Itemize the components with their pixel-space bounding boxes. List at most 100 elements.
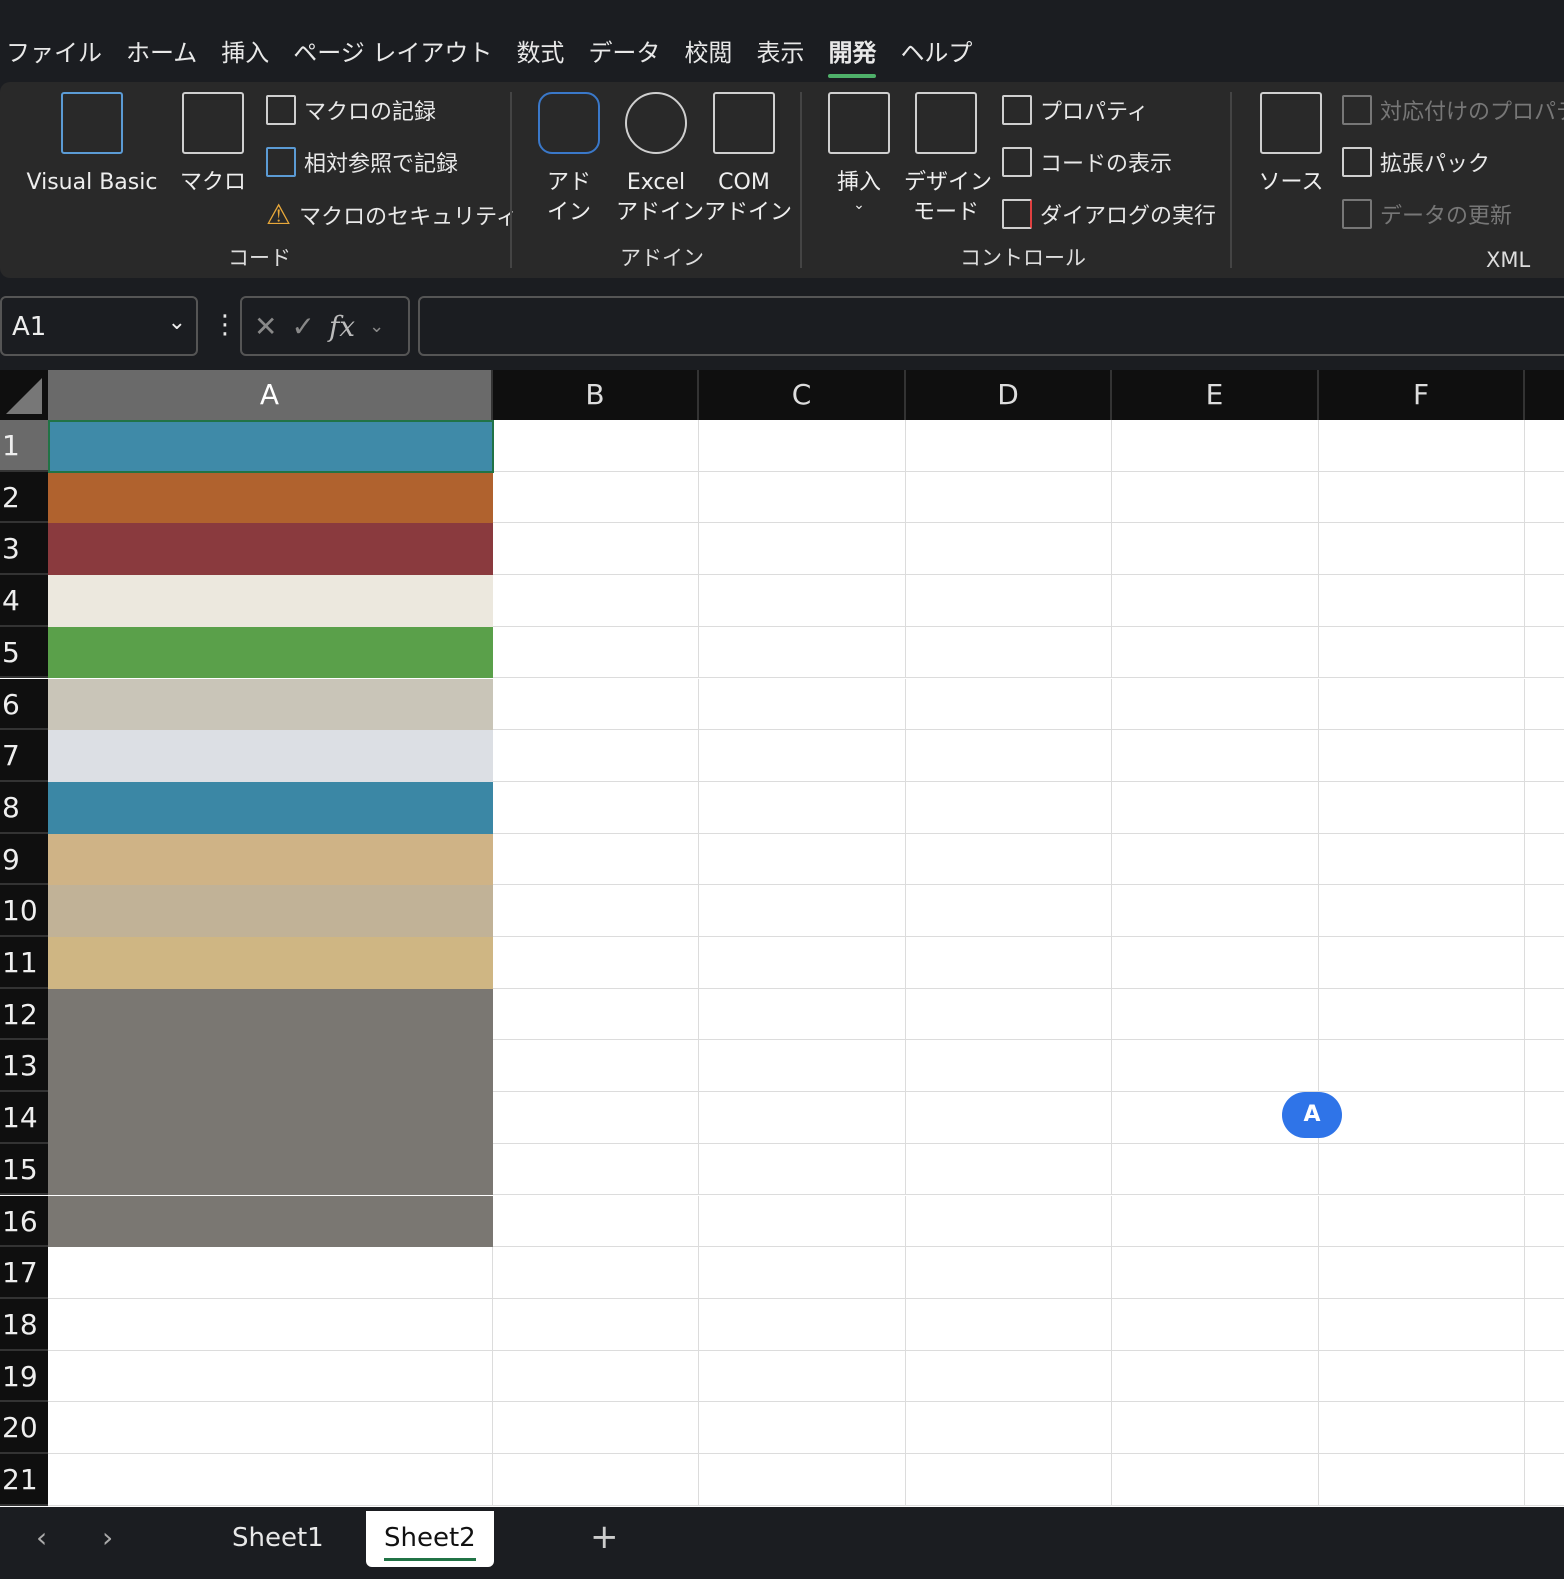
cell[interactable]: [699, 1195, 906, 1248]
cell[interactable]: [493, 833, 699, 886]
cell[interactable]: [1525, 1196, 1564, 1248]
cell[interactable]: [48, 1298, 493, 1351]
cell[interactable]: [1319, 1143, 1525, 1196]
cell[interactable]: [906, 1143, 1112, 1196]
cell[interactable]: [1319, 988, 1525, 1041]
cell[interactable]: [699, 523, 906, 576]
cell[interactable]: [699, 1298, 906, 1351]
cell[interactable]: [493, 1143, 699, 1196]
column-header-B[interactable]: B: [493, 370, 699, 420]
cell[interactable]: [1319, 833, 1525, 886]
cell[interactable]: [1525, 989, 1564, 1041]
properties-button[interactable]: プロパティ: [1002, 94, 1149, 126]
map-properties-button[interactable]: 対応付けのプロパティ: [1342, 94, 1564, 126]
cell[interactable]: [48, 523, 493, 576]
com-addin-button[interactable]: COM アドイン: [704, 92, 792, 228]
cell[interactable]: [1319, 1454, 1525, 1506]
cell[interactable]: [493, 626, 699, 679]
cell[interactable]: [1112, 988, 1319, 1041]
cell[interactable]: [1525, 523, 1564, 576]
cell[interactable]: [1525, 679, 1564, 731]
column-header-A[interactable]: A: [48, 370, 493, 420]
cell[interactable]: [48, 1040, 493, 1093]
cell[interactable]: [906, 1350, 1112, 1403]
cell[interactable]: [1525, 1144, 1564, 1196]
row-header-15[interactable]: 15: [0, 1143, 48, 1196]
cell[interactable]: [906, 1040, 1112, 1093]
cell[interactable]: [1319, 1298, 1525, 1351]
cell[interactable]: [699, 833, 906, 886]
cell[interactable]: [48, 471, 493, 524]
cell[interactable]: [493, 678, 699, 731]
macro-button[interactable]: マクロ: [178, 92, 248, 198]
chevron-left-icon[interactable]: ‹: [36, 1521, 47, 1554]
row-header-14[interactable]: 14: [0, 1092, 48, 1144]
cell[interactable]: [48, 1454, 493, 1506]
cell[interactable]: [48, 885, 493, 937]
row-header-13[interactable]: 13: [0, 1040, 48, 1093]
record-macro-button[interactable]: マクロの記録: [266, 94, 436, 126]
cell[interactable]: [493, 1402, 699, 1454]
cell[interactable]: [1525, 1454, 1564, 1506]
cell[interactable]: [1112, 1402, 1319, 1454]
view-code-button[interactable]: コードの表示: [1002, 146, 1172, 178]
cell[interactable]: [493, 781, 699, 834]
cell[interactable]: [1525, 1402, 1564, 1454]
cell[interactable]: [906, 678, 1112, 731]
cell[interactable]: [1525, 575, 1564, 627]
cell[interactable]: [1525, 937, 1564, 989]
cell[interactable]: [699, 1040, 906, 1093]
cell[interactable]: [906, 1247, 1112, 1299]
column-header[interactable]: [1525, 370, 1564, 420]
cell[interactable]: [48, 575, 493, 627]
cell[interactable]: [1112, 937, 1319, 989]
cell[interactable]: [1319, 523, 1525, 576]
sheet-tab-sheet1[interactable]: Sheet1: [214, 1511, 342, 1567]
cell[interactable]: [906, 471, 1112, 524]
more-icon[interactable]: ⋮: [212, 310, 238, 340]
cell[interactable]: [493, 730, 699, 782]
add-sheet-button[interactable]: +: [590, 1517, 619, 1557]
row-header-16[interactable]: 16: [0, 1195, 48, 1248]
cell[interactable]: [1525, 782, 1564, 834]
cell[interactable]: [493, 1454, 699, 1506]
cell[interactable]: [1525, 627, 1564, 679]
cell[interactable]: [699, 937, 906, 989]
spreadsheet-grid[interactable]: A B C D E F 1 2 3 4 5 6 7 8 9 10 11 12 13 14 15 16 17 18 19 20 21: [0, 370, 1564, 1507]
cell[interactable]: [1112, 420, 1319, 472]
cell[interactable]: [1319, 420, 1525, 472]
row-header-11[interactable]: 11: [0, 937, 48, 989]
cell[interactable]: [906, 1092, 1112, 1144]
row-header-17[interactable]: 17: [0, 1247, 48, 1299]
source-button[interactable]: ソース: [1258, 92, 1324, 198]
cell[interactable]: [48, 1092, 493, 1144]
cell[interactable]: [493, 988, 699, 1041]
row-header-1[interactable]: 1: [0, 420, 48, 472]
menu-item[interactable]: 開発: [828, 33, 890, 78]
cell[interactable]: [699, 730, 906, 782]
cell[interactable]: [1319, 937, 1525, 989]
addin-button[interactable]: アド イン: [536, 92, 602, 228]
cell[interactable]: [493, 420, 699, 472]
cancel-icon[interactable]: ✕: [254, 310, 277, 343]
menu-item[interactable]: ページ レイアウト: [293, 33, 506, 68]
cell[interactable]: [1525, 1247, 1564, 1299]
cell[interactable]: [1319, 885, 1525, 937]
column-header-D[interactable]: D: [906, 370, 1112, 420]
cell[interactable]: [906, 575, 1112, 627]
cell[interactable]: [699, 781, 906, 834]
menu-item[interactable]: 数式: [516, 33, 578, 68]
cell[interactable]: [1112, 471, 1319, 524]
cell[interactable]: [1525, 885, 1564, 937]
row-header-18[interactable]: 18: [0, 1298, 48, 1351]
cell[interactable]: [699, 471, 906, 524]
row-header-2[interactable]: 2: [0, 471, 48, 524]
row-header-3[interactable]: 3: [0, 523, 48, 576]
cell[interactable]: [1112, 730, 1319, 782]
cell[interactable]: [1525, 472, 1564, 524]
menu-item[interactable]: ホーム: [126, 33, 211, 68]
cell[interactable]: [48, 1350, 493, 1403]
cell[interactable]: [906, 1402, 1112, 1454]
cell[interactable]: [906, 833, 1112, 886]
cell[interactable]: [1525, 730, 1564, 782]
